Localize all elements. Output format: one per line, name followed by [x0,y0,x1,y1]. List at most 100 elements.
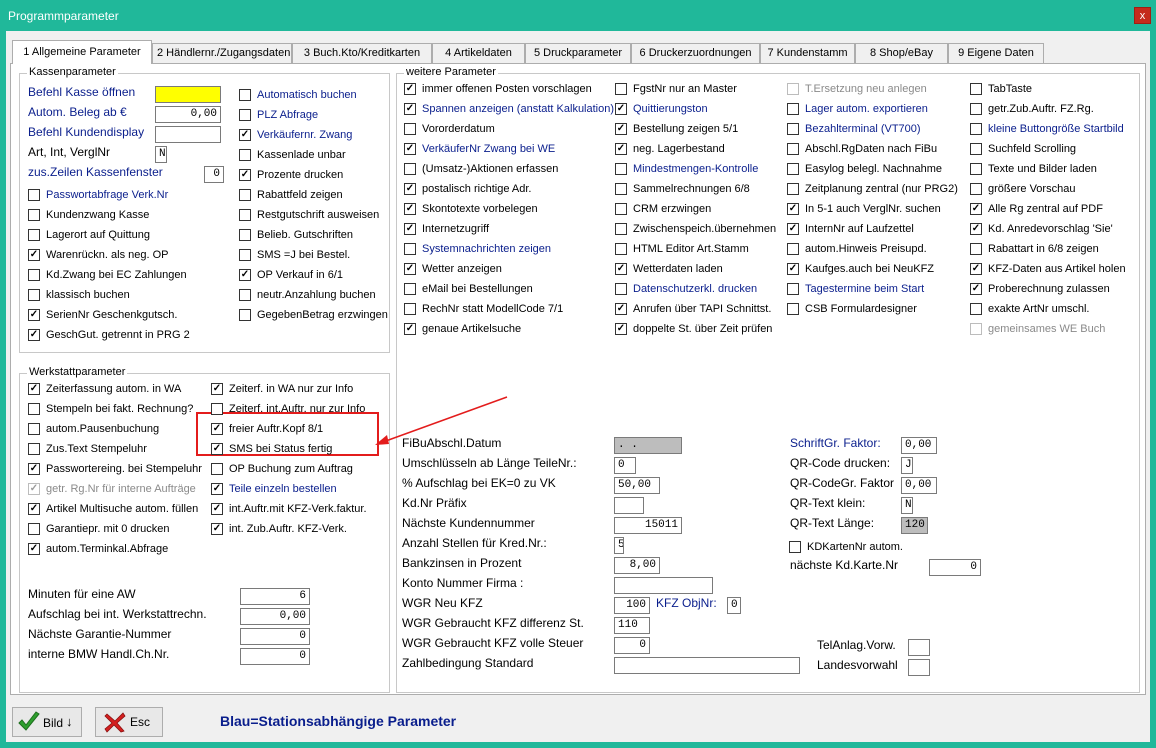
checkbox-box[interactable]: ✓ [28,543,40,555]
input-weitere-rfields-0-value[interactable]: 0,00 [901,437,937,454]
input-weitere-fields-2-value[interactable]: 50,00 [614,477,660,494]
input-weitere-rfields-1-value[interactable]: J [901,457,913,474]
checkbox-box[interactable] [970,183,982,195]
checkbox-box[interactable] [787,303,799,315]
input-weitere-fields-7-value[interactable] [614,577,713,594]
tab-5[interactable]: 5 Druckparameter [525,43,631,63]
checkbox-box[interactable]: ✓ [970,283,982,295]
checkbox-box[interactable] [970,323,982,335]
input-werk-fields-3-value[interactable]: 0 [240,648,310,665]
input-weitere-rfields-3-value[interactable]: N [901,497,913,514]
checkbox-box[interactable] [404,123,416,135]
input-weitere-fields-4-value[interactable]: 15011 [614,517,682,534]
checkbox-box[interactable] [404,303,416,315]
tab-8[interactable]: 8 Shop/eBay [855,43,948,63]
checkbox-box[interactable] [787,123,799,135]
close-button[interactable]: x [1134,7,1151,24]
input-weitere-fields-0-value[interactable]: . . [614,437,682,454]
checkbox-box[interactable]: ✓ [211,483,223,495]
checkbox-box[interactable] [28,403,40,415]
checkbox-box[interactable] [211,463,223,475]
checkbox-box[interactable] [970,83,982,95]
checkbox-box[interactable] [970,123,982,135]
checkbox-box[interactable] [789,541,801,553]
input-werk-fields-0-value[interactable]: 6 [240,588,310,605]
checkbox-box[interactable] [28,289,40,301]
checkbox-box[interactable]: ✓ [28,463,40,475]
checkbox-box[interactable] [787,163,799,175]
esc-button[interactable]: Esc [95,707,163,737]
checkbox-box[interactable] [615,223,627,235]
input-kasse-fields-3-value[interactable]: N [155,146,167,163]
checkbox-box[interactable] [28,189,40,201]
ok-button[interactable]: Bild ↓ [12,707,82,737]
checkbox-box[interactable] [787,243,799,255]
checkbox-box[interactable]: ✓ [28,309,40,321]
checkbox-box[interactable]: ✓ [404,103,416,115]
checkbox-box[interactable] [28,443,40,455]
checkbox-box[interactable]: ✓ [787,203,799,215]
input-weitere-kdkarte_next-value[interactable]: 0 [929,559,981,576]
checkbox-box[interactable] [404,163,416,175]
input-weitere-fields-1-value[interactable]: 0 [614,457,636,474]
checkbox-box[interactable] [615,183,627,195]
tab-4[interactable]: 4 Artikeldaten [432,43,525,63]
checkbox-box[interactable] [239,249,251,261]
checkbox-box[interactable]: ✓ [404,223,416,235]
checkbox-box[interactable] [787,183,799,195]
checkbox-box[interactable]: ✓ [211,503,223,515]
checkbox-box[interactable] [615,163,627,175]
input-weitere-fields-5-value[interactable]: 5 [614,537,624,554]
checkbox-box[interactable] [970,143,982,155]
tab-6[interactable]: 6 Druckerzuordnungen [631,43,760,63]
checkbox-box[interactable] [615,283,627,295]
input-weitere-fields-10-value[interactable]: 0 [614,637,650,654]
checkbox-box[interactable]: ✓ [211,383,223,395]
checkbox-box[interactable]: ✓ [28,329,40,341]
checkbox-box[interactable] [970,303,982,315]
checkbox-box[interactable] [239,309,251,321]
checkbox-box[interactable] [787,283,799,295]
tab-1[interactable]: 1 Allgemeine Parameter [12,40,152,64]
checkbox-box[interactable]: ✓ [239,169,251,181]
checkbox-box[interactable] [404,243,416,255]
checkbox-box[interactable] [970,163,982,175]
checkbox-box[interactable]: ✓ [615,303,627,315]
checkbox-box[interactable]: ✓ [28,383,40,395]
checkbox-box[interactable] [787,103,799,115]
checkbox-box[interactable] [28,523,40,535]
checkbox-box[interactable] [239,289,251,301]
input-weitere-fields-6-value[interactable]: 8,00 [614,557,660,574]
checkbox-box[interactable] [239,149,251,161]
checkbox-box[interactable]: ✓ [787,263,799,275]
checkbox-box[interactable]: ✓ [404,183,416,195]
checkbox-box[interactable]: ✓ [615,323,627,335]
checkbox-box[interactable] [28,423,40,435]
checkbox-box[interactable]: ✓ [211,423,223,435]
input-weitere-fields-9-value[interactable]: 110 [614,617,650,634]
input-weitere-rfields-4-value[interactable]: 120 [901,517,928,534]
checkbox-box[interactable]: ✓ [211,523,223,535]
checkbox-box[interactable]: ✓ [615,143,627,155]
checkbox-box[interactable]: ✓ [211,443,223,455]
checkbox-box[interactable] [970,243,982,255]
input-werk-fields-1-value[interactable]: 0,00 [240,608,310,625]
input-werk-fields-2-value[interactable]: 0 [240,628,310,645]
checkbox-box[interactable] [615,243,627,255]
checkbox-box[interactable]: ✓ [970,263,982,275]
checkbox-box[interactable] [211,403,223,415]
checkbox-box[interactable]: ✓ [239,269,251,281]
checkbox-box[interactable] [239,89,251,101]
checkbox-box[interactable]: ✓ [28,503,40,515]
checkbox-box[interactable] [615,83,627,95]
input-weitere-rfields-2-value[interactable]: 0,00 [901,477,937,494]
checkbox-box[interactable]: ✓ [404,263,416,275]
checkbox-box[interactable] [787,143,799,155]
checkbox-box[interactable]: ✓ [404,143,416,155]
input-weitere-landes-value[interactable] [908,659,930,676]
checkbox-box[interactable] [28,209,40,221]
checkbox-box[interactable]: ✓ [615,123,627,135]
checkbox-box[interactable]: ✓ [239,129,251,141]
input-kasse-fields-2-value[interactable] [155,126,221,143]
input-kasse-fields-4-value[interactable]: 0 [204,166,224,183]
